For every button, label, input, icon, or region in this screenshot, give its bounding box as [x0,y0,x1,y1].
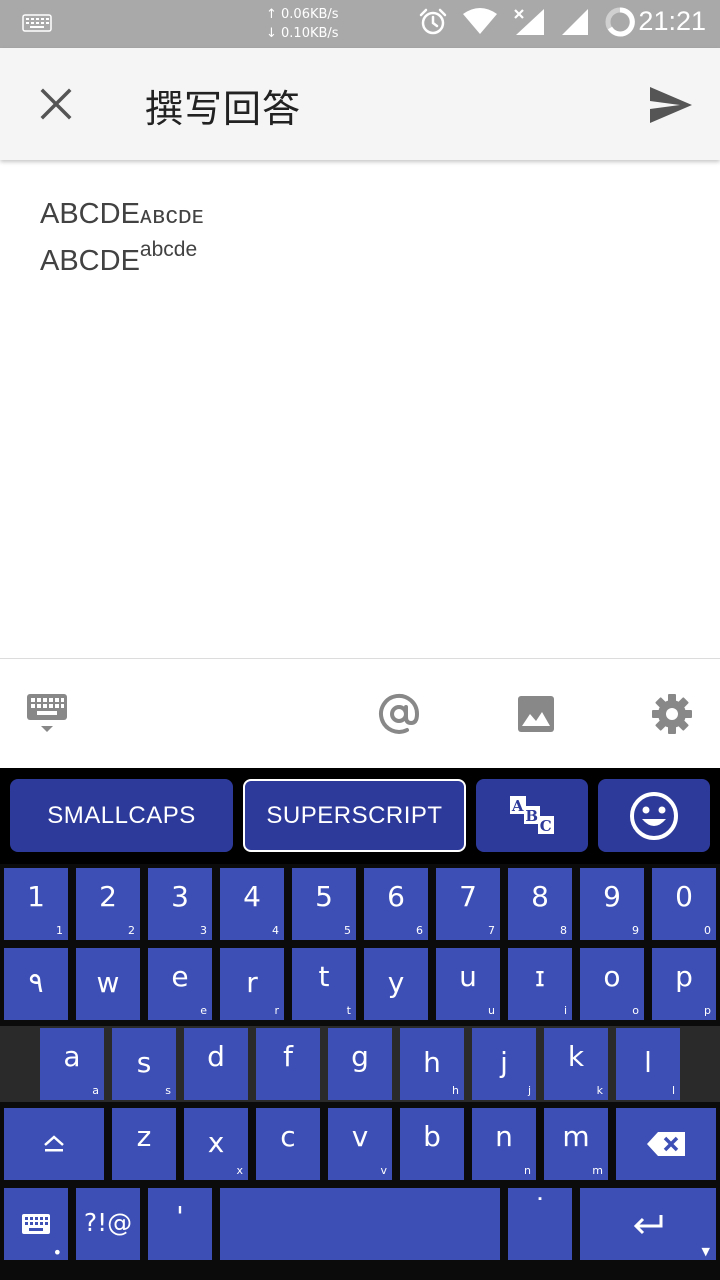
line1-smallcaps-text: ᴀʙᴄᴅᴇ [139,202,205,229]
emoji-button[interactable] [598,779,710,852]
keyboard-switch-icon [22,1214,50,1234]
key-n[interactable]: nn [472,1108,536,1180]
mention-button[interactable] [374,689,424,739]
key-t[interactable]: tt [292,948,356,1020]
apostrophe-key[interactable]: ' [148,1188,212,1260]
top-letter-row: ٩ w ee rr tt y uu ɪi oo pp [0,944,720,1024]
key-o[interactable]: oo [580,948,644,1020]
function-row: • ?!@ ' ˙ ▼ [0,1184,720,1264]
line2-base-text: ABCDE [40,245,140,277]
download-speed: ↓ 0.10KB/s [266,26,339,41]
key-f[interactable]: f [256,1028,320,1100]
shift-key[interactable] [4,1108,104,1180]
key-k[interactable]: kk [544,1028,608,1100]
enter-key[interactable]: ▼ [580,1188,716,1260]
key-2[interactable]: 22 [76,868,140,940]
alarm-icon [418,7,448,41]
abc-style-button[interactable]: A B C [476,779,588,852]
svg-text:C: C [540,817,552,835]
key-s[interactable]: ss [112,1028,176,1100]
keyboard-switch-key[interactable]: • [4,1188,68,1262]
key-a[interactable]: aa [40,1028,104,1100]
signal-icon [560,7,590,41]
key-4[interactable]: 44 [220,868,284,940]
svg-text:B: B [525,807,538,825]
wifi-icon [462,8,498,40]
key-g[interactable]: g [328,1028,392,1100]
send-icon [650,87,692,123]
key-u[interactable]: uu [436,948,500,1020]
key-b[interactable]: b [400,1108,464,1180]
image-button[interactable] [511,689,561,739]
keyboard-hide-button[interactable] [22,689,72,739]
line2-superscript-text: abcde [139,238,198,261]
key-1[interactable]: 11 [4,868,68,940]
key-0[interactable]: 00 [652,868,716,940]
close-icon [40,88,72,120]
key-x[interactable]: xx [184,1108,248,1180]
number-row: 11 22 33 44 55 66 77 88 99 00 [0,864,720,944]
key-l[interactable]: ll [616,1028,680,1100]
backspace-icon [647,1132,685,1156]
line1-base-text: ABCDE [40,198,140,230]
smallcaps-button[interactable]: SMALLCAPS [10,779,233,852]
clock: 21:21 [638,6,706,36]
key-w[interactable]: w [76,948,140,1020]
bottom-letter-row: z xx c vv b nn mm [0,1104,720,1184]
key-grid: 11 22 33 44 55 66 77 88 99 00 ٩ w ee rr … [0,864,720,1280]
key-c[interactable]: c [256,1108,320,1180]
battery-icon [604,6,636,42]
key-7[interactable]: 77 [436,868,500,940]
key-5[interactable]: 55 [292,868,356,940]
key-p[interactable]: pp [652,948,716,1020]
editor-toolbar [0,658,720,768]
upload-speed: ↑ 0.06KB/s [266,7,339,22]
editor-line-smallcaps: ABCDEᴀʙᴄᴅᴇ [40,198,204,231]
key-h[interactable]: hh [400,1028,464,1100]
network-speed: ↑ 0.06KB/s ↓ 0.10KB/s [266,5,339,43]
image-icon [518,696,554,732]
key-r[interactable]: rr [220,948,284,1020]
emoji-icon [630,791,678,840]
status-icons [418,6,636,42]
key-6[interactable]: 66 [364,868,428,940]
keyboard-hide-icon [27,694,67,732]
mention-icon [379,693,420,734]
key-v[interactable]: vv [328,1108,392,1180]
period-key[interactable]: ˙ [508,1188,572,1260]
key-j[interactable]: jj [472,1028,536,1100]
enter-icon [633,1215,663,1235]
shift-icon [44,1135,64,1152]
symbols-key[interactable]: ?!@ [76,1188,140,1260]
settings-button[interactable] [647,689,697,739]
keyboard-notification-icon [22,14,52,36]
close-button[interactable] [26,74,86,134]
key-i[interactable]: ɪi [508,948,572,1020]
page-title: 撰写回答 [145,87,302,131]
key-q[interactable]: ٩ [4,948,68,1020]
backspace-key[interactable] [616,1108,716,1180]
status-bar: ↑ 0.06KB/s ↓ 0.10KB/s 21:21 [0,0,720,48]
abc-style-icon: A B C [510,795,554,835]
svg-text:A: A [511,797,524,815]
home-letter-row: aa ss d f g hh jj kk ll [0,1024,720,1104]
key-3[interactable]: 33 [148,868,212,940]
editor-line-superscript: ABCDEabcde [40,238,197,278]
answer-editor[interactable]: ABCDEᴀʙᴄᴅᴇ ABCDEabcde [0,160,720,658]
key-y[interactable]: y [364,948,428,1020]
settings-icon [652,694,692,734]
key-9[interactable]: 99 [580,868,644,940]
app-bar: 撰写回答 [0,48,720,160]
key-d[interactable]: d [184,1028,248,1100]
send-button[interactable] [642,76,700,134]
key-8[interactable]: 88 [508,868,572,940]
superscript-button[interactable]: SUPERSCRIPT [243,779,466,852]
key-m[interactable]: mm [544,1108,608,1180]
key-e[interactable]: ee [148,948,212,1020]
keyboard: SMALLCAPS SUPERSCRIPT A B C 1 1 2 2 3 3 … [0,768,720,1280]
space-key[interactable] [220,1188,500,1260]
key-z[interactable]: z [112,1108,176,1180]
no-signal-icon [512,7,546,41]
keyboard-style-bar: SMALLCAPS SUPERSCRIPT A B C [0,768,720,864]
